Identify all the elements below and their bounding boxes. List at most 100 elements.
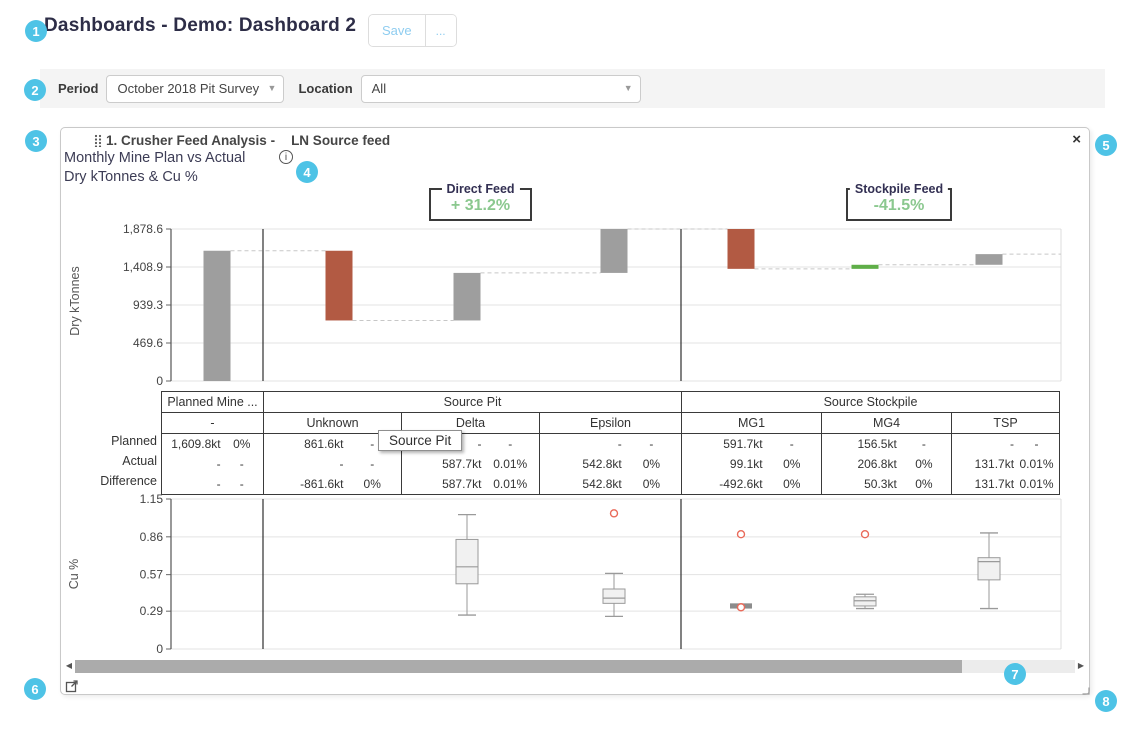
location-label: Location xyxy=(298,81,352,96)
table-cell: 591.7kt- xyxy=(682,434,822,455)
table-cell: 542.8kt0% xyxy=(540,454,682,474)
annotation-badge-2: 2 xyxy=(24,79,46,101)
table-cell: 131.7kt0.01% xyxy=(952,474,1060,495)
table-group-header: Source Pit xyxy=(264,392,682,413)
table-cell: 587.7kt0.01% xyxy=(402,474,540,495)
table-column-header: MG1 xyxy=(682,413,822,434)
table-group-header: Planned Mine ... xyxy=(162,392,264,413)
widget-feed-title: LN Source feed xyxy=(291,133,390,148)
annotation-badge-4: 4 xyxy=(296,161,318,183)
waterfall-bar-mg4 xyxy=(852,265,879,269)
waterfall-bar-unknown xyxy=(326,251,353,321)
table-row: ----587.7kt0.01%542.8kt0%99.1kt0%206.8kt… xyxy=(162,454,1060,474)
outlier-point xyxy=(862,531,869,538)
table-cell: -- xyxy=(162,474,264,495)
svg-text:0.86: 0.86 xyxy=(140,530,164,544)
header-button-group: Save ... xyxy=(368,14,457,47)
svg-text:0.57: 0.57 xyxy=(140,568,164,582)
table-cell: -- xyxy=(264,454,402,474)
open-external-icon[interactable] xyxy=(65,679,79,698)
widget-crusher-feed-analysis: 1. Crusher Feed Analysis - LN Source feed… xyxy=(60,127,1090,695)
waterfall-bar-delta xyxy=(454,273,481,321)
annotation-badge-3: 3 xyxy=(25,130,47,152)
chart-title-line1: Monthly Mine Plan vs Actual xyxy=(64,149,245,168)
table-cell: 206.8kt0% xyxy=(822,454,952,474)
direct-feed-label: Direct Feed xyxy=(441,182,519,196)
info-icon[interactable]: i xyxy=(279,150,293,164)
waterfall-bar-planned-mine xyxy=(204,251,231,381)
table-cell: 587.7kt0.01% xyxy=(402,454,540,474)
table-cell: 542.8kt0% xyxy=(540,474,682,495)
table-column-header: TSP xyxy=(952,413,1060,434)
filter-bar: Period October 2018 Pit Survey ▼ Locatio… xyxy=(40,69,1105,108)
crusher-feed-table: Planned Mine ...Source PitSource Stockpi… xyxy=(161,391,1060,495)
widget-title: 1. Crusher Feed Analysis - LN Source feed xyxy=(106,133,390,148)
annotation-badge-1: 1 xyxy=(25,20,47,42)
table-row: ---861.6kt0%587.7kt0.01%542.8kt0%-492.6k… xyxy=(162,474,1060,495)
table-cell: 99.1kt0% xyxy=(682,454,822,474)
scrollbar-track[interactable] xyxy=(75,660,1075,673)
chevron-down-icon: ▼ xyxy=(268,84,277,93)
boxplot-delta xyxy=(456,515,478,615)
table-cell: -492.6kt0% xyxy=(682,474,822,495)
table-row-label: Difference xyxy=(71,471,157,491)
annotation-badge-6: 6 xyxy=(24,678,46,700)
location-select[interactable]: All ▼ xyxy=(361,75,641,103)
location-selected-value: All xyxy=(372,81,386,96)
svg-text:0.29: 0.29 xyxy=(140,604,164,618)
table-cell: -- xyxy=(162,454,264,474)
waterfall-bar-epsilon xyxy=(601,229,628,273)
svg-text:1,878.6: 1,878.6 xyxy=(123,222,163,236)
stockpile-feed-label: Stockpile Feed xyxy=(850,182,948,196)
table-row-labels: PlannedActualDifference xyxy=(71,431,157,491)
close-widget-button[interactable]: × xyxy=(1072,132,1081,147)
chart-title: Monthly Mine Plan vs Actual Dry kTonnes … xyxy=(64,149,245,186)
boxplot-epsilon xyxy=(603,510,625,617)
tooltip: Source Pit xyxy=(378,430,462,451)
direct-feed-annotation: Direct Feed + 31.2% xyxy=(429,188,532,221)
resize-handle-icon[interactable] xyxy=(1081,682,1090,700)
table-row-label: Planned xyxy=(71,431,157,451)
table-cell: 50.3kt0% xyxy=(822,474,952,495)
svg-text:0: 0 xyxy=(156,374,163,386)
annotation-badge-7: 7 xyxy=(1004,663,1026,685)
period-label: Period xyxy=(58,81,98,96)
table-cell: 131.7kt0.01% xyxy=(952,454,1060,474)
save-button[interactable]: Save xyxy=(369,15,425,46)
stockpile-feed-annotation: Stockpile Feed -41.5% xyxy=(846,188,952,221)
widget-title-text: 1. Crusher Feed Analysis - xyxy=(106,133,275,148)
widget-header: 1. Crusher Feed Analysis - LN Source feed… xyxy=(61,128,1089,150)
waterfall-bar-mg1 xyxy=(728,229,755,269)
page-title: Dashboards - Demo: Dashboard 2 xyxy=(44,15,356,37)
direct-feed-value: + 31.2% xyxy=(431,197,530,215)
table-row-label: Actual xyxy=(71,451,157,471)
svg-text:939.3: 939.3 xyxy=(133,298,163,312)
svg-text:469.6: 469.6 xyxy=(133,336,163,350)
page: Dashboards - Demo: Dashboard 2 Save ... … xyxy=(0,0,1145,738)
period-selected-value: October 2018 Pit Survey xyxy=(117,81,259,96)
table-column-header: MG4 xyxy=(822,413,952,434)
outlier-point xyxy=(611,510,618,517)
annotation-badge-8: 8 xyxy=(1095,690,1117,712)
outlier-point xyxy=(738,531,745,538)
svg-text:1.15: 1.15 xyxy=(140,494,164,506)
scroll-left-button[interactable]: ◀ xyxy=(63,659,75,673)
chevron-down-icon: ▼ xyxy=(624,84,633,93)
waterfall-bar-tsp xyxy=(976,254,1003,265)
stockpile-feed-value: -41.5% xyxy=(848,197,950,215)
svg-text:0: 0 xyxy=(156,642,163,654)
svg-text:1,408.9: 1,408.9 xyxy=(123,260,163,274)
boxplot-chart: 0 0.29 0.57 0.86 1.15 xyxy=(61,494,1091,654)
more-options-button[interactable]: ... xyxy=(425,15,456,46)
outlier-point xyxy=(738,604,745,611)
boxplot-mg4 xyxy=(854,531,876,609)
table-cell: 1,609.8kt0% xyxy=(162,434,264,455)
period-select[interactable]: October 2018 Pit Survey ▼ xyxy=(106,75,284,103)
table-cell: -- xyxy=(952,434,1060,455)
table-column-header: Epsilon xyxy=(540,413,682,434)
table-cell: 156.5kt- xyxy=(822,434,952,455)
horizontal-scrollbar[interactable]: ◀ ▶ xyxy=(63,659,1087,673)
scroll-right-button[interactable]: ▶ xyxy=(1075,659,1087,673)
boxplot-tsp xyxy=(978,533,1000,609)
scrollbar-thumb[interactable] xyxy=(75,660,962,673)
